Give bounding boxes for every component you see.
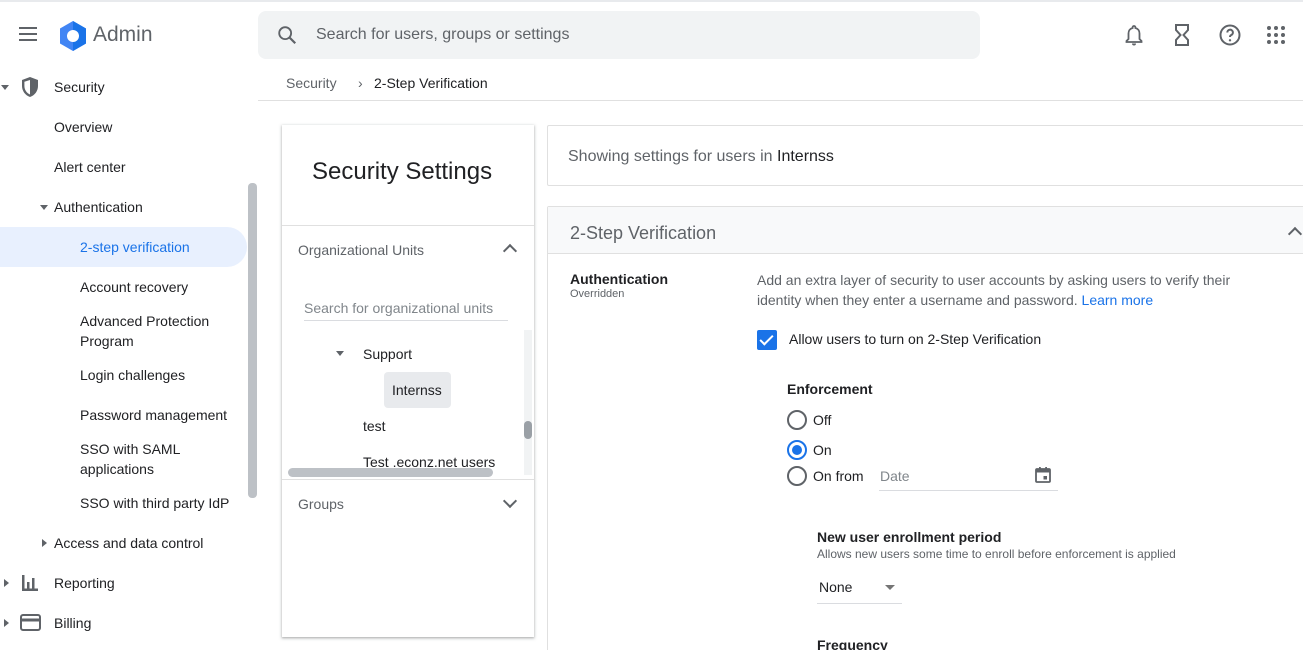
org-unit-internss[interactable]: Internss — [392, 382, 442, 398]
org-unit-support[interactable]: Support — [363, 346, 412, 362]
section-description: Add an extra layer of security to user a… — [757, 270, 1257, 310]
divider — [282, 479, 534, 480]
enrollment-period-help: Allows new users some time to enroll bef… — [817, 547, 1176, 561]
chevron-down-icon[interactable] — [502, 493, 518, 509]
enforcement-on-from-label: On from — [813, 468, 864, 484]
enforcement-on-radio[interactable] — [787, 440, 807, 460]
support-collapse-icon[interactable] — [336, 351, 344, 356]
enforcement-on-label: On — [813, 442, 832, 458]
security-settings-panel: Security Settings Organizational Units S… — [282, 125, 534, 637]
divider — [282, 225, 534, 226]
credit-card-icon — [20, 614, 41, 631]
sidebar-item-sso-third-party[interactable]: SSO with third party IdP — [80, 493, 229, 513]
apps-grid-icon[interactable] — [1264, 23, 1288, 47]
section-title: 2-Step Verification — [570, 223, 717, 243]
enforcement-on-from-radio[interactable] — [787, 466, 807, 486]
chevron-up-icon[interactable] — [502, 243, 518, 259]
dropdown-arrow-icon — [885, 585, 895, 590]
panel-title: Security Settings — [312, 158, 493, 185]
sidebar-item-sso-saml[interactable]: SSO with SAML applications — [80, 439, 180, 479]
enforcement-label: Enforcement — [787, 381, 873, 397]
sidebar-scrollbar[interactable] — [248, 183, 257, 498]
shield-icon — [22, 77, 38, 97]
description-text: Add an extra layer of security to user a… — [757, 272, 1231, 308]
breadcrumb-current: 2-Step Verification — [374, 75, 488, 91]
sidebar-item-reporting[interactable]: Reporting — [54, 573, 115, 593]
app-title: Admin — [93, 23, 153, 46]
org-units-horizontal-scrollbar[interactable] — [288, 468, 493, 477]
advanced-protection-line2: Program — [80, 333, 134, 349]
org-units-vertical-scrollbar[interactable] — [524, 421, 532, 439]
date-input[interactable]: Date — [879, 465, 1058, 491]
billing-expand-icon[interactable] — [4, 619, 9, 627]
enforcement-off-label: Off — [813, 412, 832, 428]
collapse-section-icon[interactable] — [1287, 226, 1303, 242]
bell-icon[interactable] — [1122, 23, 1146, 47]
search-icon[interactable] — [276, 24, 298, 46]
section-header[interactable]: 2-Step Verification — [548, 207, 1303, 254]
groups-header[interactable]: Groups — [298, 496, 344, 512]
admin-logo — [60, 21, 86, 51]
sidebar-item-account-recovery[interactable]: Account recovery — [80, 277, 188, 297]
sidebar-item-password-management[interactable]: Password management — [80, 405, 227, 425]
sidebar-item-billing[interactable]: Billing — [54, 613, 91, 633]
showing-prefix: Showing settings for users in — [568, 148, 773, 165]
sso-saml-line1: SSO with SAML — [80, 441, 181, 457]
breadcrumb-security-link[interactable]: Security — [286, 75, 337, 91]
org-units-scroll-track — [524, 330, 532, 475]
enforcement-off-radio[interactable] — [787, 410, 807, 430]
breadcrumb-separator: › — [358, 75, 363, 91]
access-expand-icon[interactable] — [42, 539, 47, 547]
org-unit-test[interactable]: test — [363, 418, 386, 434]
authentication-collapse-icon[interactable] — [40, 205, 48, 210]
reporting-expand-icon[interactable] — [4, 579, 9, 587]
showing-settings-banner: Showing settings for users in Internss — [547, 125, 1303, 186]
sidebar-item-alert-center[interactable]: Alert center — [54, 157, 126, 177]
showing-text: Showing settings for users in Internss — [568, 148, 834, 166]
sidebar-item-security[interactable]: Security — [54, 77, 105, 97]
sidebar-item-access-data-control[interactable]: Access and data control — [54, 533, 203, 553]
bar-chart-icon — [22, 575, 38, 591]
help-icon[interactable] — [1218, 23, 1242, 47]
top-border — [0, 0, 1303, 2]
allow-2sv-label: Allow users to turn on 2-Step Verificati… — [789, 331, 1042, 347]
frequency-label: Frequency — [817, 637, 888, 650]
enrollment-period-select[interactable]: None — [817, 574, 902, 604]
breadcrumb: Security › 2-Step Verification — [258, 62, 1303, 101]
sidebar-item-overview[interactable]: Overview — [54, 117, 112, 137]
authentication-status: Overridden — [570, 288, 625, 300]
org-unit-search-input[interactable] — [304, 295, 508, 321]
search-input[interactable] — [316, 23, 956, 47]
date-placeholder: Date — [880, 468, 910, 484]
sso-saml-line2: applications — [80, 461, 154, 477]
hourglass-icon[interactable] — [1170, 23, 1194, 47]
main-menu-icon[interactable] — [14, 21, 42, 49]
enrollment-period-value: None — [819, 579, 853, 595]
sidebar-item-2step-verification[interactable]: 2-step verification — [80, 237, 190, 257]
sidebar-item-authentication[interactable]: Authentication — [54, 197, 143, 217]
calendar-icon[interactable] — [1034, 466, 1052, 484]
org-units-header[interactable]: Organizational Units — [298, 242, 424, 258]
security-collapse-icon[interactable] — [1, 85, 9, 90]
sidebar-item-advanced-protection[interactable]: Advanced Protection Program — [80, 311, 209, 351]
global-search[interactable] — [258, 11, 980, 59]
authentication-label: Authentication — [570, 271, 668, 287]
learn-more-link[interactable]: Learn more — [1082, 292, 1154, 308]
sidebar-item-login-challenges[interactable]: Login challenges — [80, 365, 185, 385]
allow-2sv-checkbox[interactable] — [757, 330, 777, 350]
enrollment-period-label: New user enrollment period — [817, 529, 1002, 545]
advanced-protection-line1: Advanced Protection — [80, 313, 210, 329]
showing-unit: Internss — [777, 148, 834, 165]
